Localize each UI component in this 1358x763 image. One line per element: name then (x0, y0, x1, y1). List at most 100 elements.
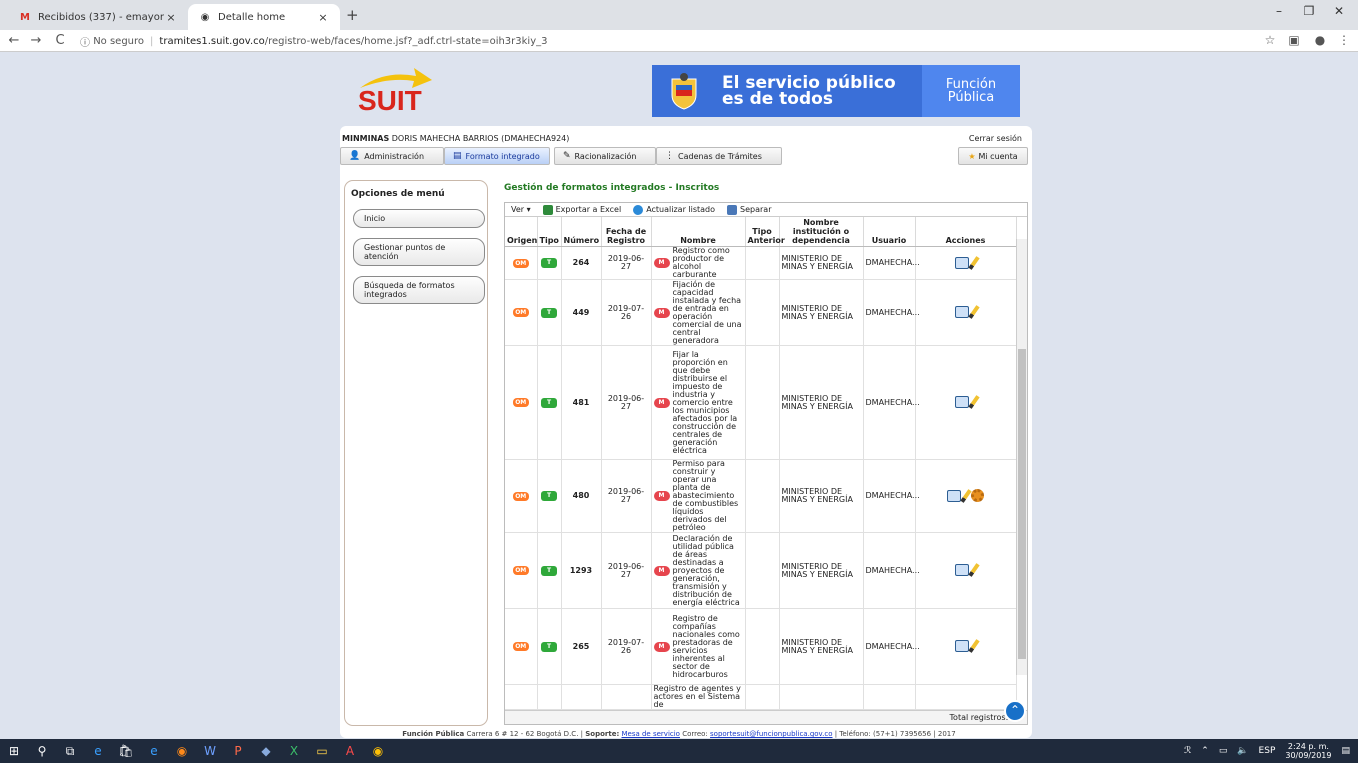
table-row[interactable]: OM T 480 2019-06-27 M Permiso para construir … (505, 459, 1017, 533)
task-view-icon[interactable]: ⧉ (56, 739, 84, 763)
forward-button[interactable]: → (28, 33, 44, 48)
number-cell: 1293 (561, 532, 602, 609)
column-header[interactable]: Fecha de Registro (601, 217, 652, 247)
support-link[interactable]: Mesa de servicio (621, 730, 679, 738)
tab-gmail[interactable]: M Recibidos (337) - emayorga@mi × (8, 4, 188, 30)
header-banner: El servicio público es de todos Función P… (652, 65, 1020, 117)
content-panel: MINMINAS DORIS MAHECHA BARRIOS (DMAHECHA… (340, 126, 1032, 738)
name-cell: M Fijación de capacidad instalada y fecha… (651, 279, 746, 346)
search-icon[interactable]: ⚲ (28, 739, 56, 763)
chrome-icon[interactable]: ◉ (364, 739, 392, 763)
column-header[interactable]: Nombre (651, 217, 746, 247)
close-icon[interactable]: × (316, 11, 330, 24)
address-input[interactable]: ⓘ No seguro | tramites1.suit.gov.co/regi… (80, 32, 1250, 50)
view-form-icon[interactable] (955, 396, 969, 408)
clock[interactable]: 2:24 p. m. 30/09/2019 (1285, 742, 1331, 760)
extension-icon[interactable]: ▣ (1286, 33, 1302, 47)
split-button[interactable]: Separar (727, 204, 772, 215)
chevron-up-icon[interactable]: ⌃ (1201, 746, 1209, 756)
tab-formato-integrado[interactable]: ▤ Formato integrado (444, 147, 550, 165)
info-icon[interactable]: ⓘ (80, 34, 90, 49)
type-badge: T (541, 491, 557, 501)
refresh-button[interactable]: Actualizar listado (633, 204, 715, 215)
start-icon[interactable]: ⊞ (0, 739, 28, 763)
view-form-icon[interactable] (955, 306, 969, 318)
store-icon[interactable]: 🛍 (112, 739, 140, 763)
edge-icon[interactable]: e (84, 739, 112, 763)
column-header[interactable]: Acciones (915, 217, 1017, 247)
modified-badge: M (653, 307, 670, 318)
sidebar-item-gestionar-puntos[interactable]: Gestionar puntos de atención (353, 238, 485, 266)
volume-icon[interactable]: 🔈 (1237, 746, 1248, 756)
new-tab-button[interactable]: + (346, 6, 359, 24)
firefox-icon[interactable]: ◉ (168, 739, 196, 763)
edit-pencil-icon[interactable] (968, 255, 980, 270)
language-indicator[interactable]: ESP (1259, 746, 1276, 756)
view-form-icon[interactable] (947, 489, 961, 502)
profile-avatar[interactable]: ● (1312, 33, 1328, 47)
results-grid: Ver ▾ Exportar a Excel Actualizar listad… (504, 202, 1028, 725)
explorer-icon[interactable]: ▭ (308, 739, 336, 763)
edit-pencil-icon[interactable] (968, 639, 980, 653)
tab-administracion[interactable]: 👤 Administración (340, 147, 444, 165)
table-row[interactable]: OM T 1293 2019-06-27 M Declaración de utilida… (505, 532, 1017, 609)
acrobat-icon[interactable]: A (336, 739, 364, 763)
column-header[interactable]: Tipo Anterior (745, 217, 785, 247)
actions-cell (915, 608, 1017, 685)
settings-gear-icon[interactable] (971, 489, 984, 502)
table-row[interactable]: Registro de agentes y actores en el Sist… (505, 684, 1017, 710)
people-icon[interactable]: ℛ (1184, 746, 1191, 756)
view-form-icon[interactable] (955, 256, 969, 269)
sidebar-item-busqueda-formatos[interactable]: Búsqueda de formatos integrados (353, 276, 485, 304)
reload-button[interactable]: C (52, 33, 68, 48)
browser-menu-icon[interactable]: ⋮ (1336, 33, 1352, 47)
table-row[interactable]: OM T 265 2019-07-26 M Registro de compañías n… (505, 608, 1017, 685)
view-form-icon[interactable] (955, 640, 969, 652)
previous-type-cell (745, 459, 780, 533)
tab-cadenas-de-tramites[interactable]: ⋮ Cadenas de Trámites (656, 147, 782, 165)
type-cell: T (537, 459, 562, 533)
table-row[interactable]: OM T 481 2019-06-27 M Fijar la proporción en … (505, 345, 1017, 460)
maximize-button[interactable]: ❐ (1294, 4, 1324, 18)
bookmark-star-icon[interactable]: ☆ (1262, 33, 1278, 47)
edit-pencil-icon[interactable] (960, 488, 972, 503)
origin-cell: OM (505, 459, 538, 533)
back-button[interactable]: ← (6, 33, 22, 48)
separator: | (150, 35, 154, 47)
minimize-button[interactable]: – (1264, 4, 1294, 18)
column-header[interactable]: Número (561, 217, 602, 247)
table-row[interactable]: OM T 264 2019-06-27 M Registro como productor… (505, 246, 1017, 280)
column-header[interactable]: Nombre institución o dependencia (779, 217, 864, 247)
scroll-thumb[interactable] (1018, 349, 1026, 659)
export-excel-button[interactable]: Exportar a Excel (542, 204, 621, 215)
modified-badge: M (653, 397, 670, 408)
app-icon[interactable]: ◆ (252, 739, 280, 763)
scroll-top-button[interactable]: ⌃ (1004, 700, 1026, 722)
ie-icon[interactable]: e (140, 739, 168, 763)
number-cell: 449 (561, 279, 602, 346)
edit-pencil-icon[interactable] (968, 395, 980, 409)
powerpoint-icon[interactable]: P (224, 739, 252, 763)
vertical-scrollbar[interactable] (1016, 239, 1027, 675)
tab-racionalizacion[interactable]: ✎ Racionalización (554, 147, 656, 165)
results-table: Origen Tipo Número Fecha de Registro Nom… (505, 217, 1017, 710)
view-menu[interactable]: Ver ▾ (511, 205, 531, 214)
column-header[interactable]: Tipo (537, 217, 562, 247)
my-account-button[interactable]: ★ Mi cuenta (958, 147, 1028, 165)
mail-link[interactable]: soportesuit@funcionpublica.gov.co (710, 730, 832, 738)
table-row[interactable]: OM T 449 2019-07-26 M Fijación de capacidad i… (505, 279, 1017, 346)
word-icon[interactable]: W (196, 739, 224, 763)
view-form-icon[interactable] (955, 564, 969, 576)
column-header[interactable]: Usuario (863, 217, 916, 247)
close-icon[interactable]: × (164, 11, 178, 24)
sidebar-item-inicio[interactable]: Inicio (353, 209, 485, 228)
logout-link[interactable]: Cerrar sesión (969, 134, 1022, 143)
notifications-icon[interactable]: ▤ (1341, 746, 1350, 756)
column-header[interactable]: Origen (505, 217, 538, 247)
tab-detalle-home[interactable]: ◉ Detalle home × (188, 4, 340, 30)
network-icon[interactable]: ▭ (1219, 746, 1228, 756)
excel-icon[interactable]: X (280, 739, 308, 763)
edit-pencil-icon[interactable] (968, 305, 980, 319)
window-close-button[interactable]: ✕ (1324, 4, 1354, 18)
edit-pencil-icon[interactable] (968, 563, 980, 577)
